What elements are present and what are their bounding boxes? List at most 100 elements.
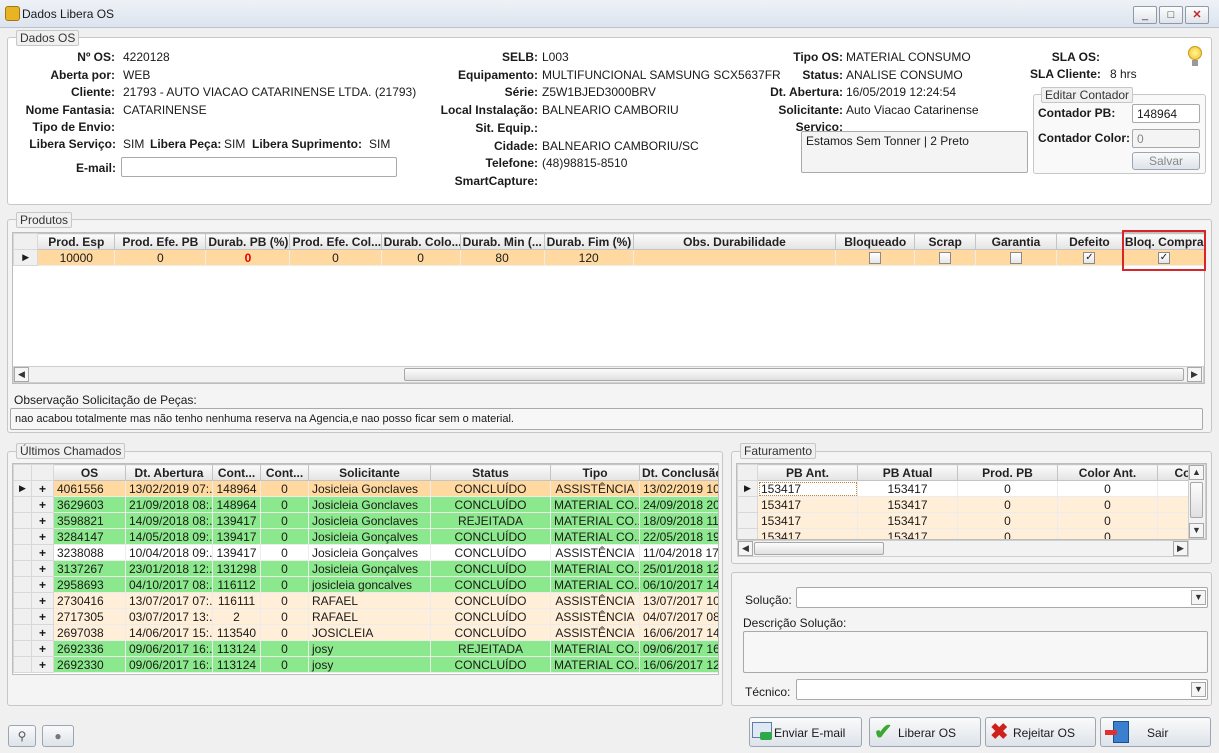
faturamento-row[interactable]: 153417 153417 0 0 xyxy=(737,496,1206,513)
cell-prod-pb[interactable]: 0 xyxy=(957,480,1058,497)
cell-solicitante[interactable]: RAFAEL xyxy=(308,592,431,609)
fat-scroll-right-icon[interactable]: ▶ xyxy=(1173,541,1188,556)
ultimos-row[interactable]: +2692336 09/06/2017 16:... 113124 0 josy REJE… xyxy=(13,640,718,657)
cell-dt-abertura[interactable]: 14/05/2018 09:... xyxy=(125,528,213,545)
cell-dt-conclusao[interactable]: 16/06/2017 14:... xyxy=(639,624,718,641)
cell-prod-pb[interactable]: 0 xyxy=(957,528,1058,539)
expand-plus-icon[interactable]: + xyxy=(31,624,54,641)
scroll-down-icon[interactable]: ▼ xyxy=(1189,523,1204,538)
cell-dt-abertura[interactable]: 09/06/2017 16:... xyxy=(125,656,213,673)
cell-tipo[interactable]: MATERIAL CO... xyxy=(550,496,640,513)
cell-color-ant[interactable]: 0 xyxy=(1057,512,1158,529)
cell-cont-1[interactable]: 113124 xyxy=(212,656,261,673)
email-field[interactable] xyxy=(121,157,397,177)
cell-status[interactable]: CONCLUÍDO xyxy=(430,560,551,577)
cell-prod-esp[interactable]: 10000 xyxy=(37,249,116,266)
fat-scroll-left-icon[interactable]: ◀ xyxy=(738,541,753,556)
col-bloqueado[interactable]: Bloqueado xyxy=(835,233,916,250)
cell-pb-ant[interactable]: 153417 xyxy=(757,528,858,539)
expand-plus-icon[interactable]: + xyxy=(31,496,54,513)
col-status[interactable]: Status xyxy=(430,464,551,481)
cell-os[interactable]: 3284147 xyxy=(53,528,126,545)
defeito-checkbox[interactable]: ✓ xyxy=(1083,252,1096,265)
cell-os[interactable]: 2692336 xyxy=(53,640,126,657)
cell-solicitante[interactable]: josy xyxy=(308,656,431,673)
ultimos-row[interactable]: +2717305 03/07/2017 13:... 2 0 RAFAEL CONCLUÍ… xyxy=(13,608,718,625)
cell-color-ant[interactable]: 0 xyxy=(1057,528,1158,539)
cell-cont-1[interactable]: 148964 xyxy=(212,480,261,497)
cell-dt-abertura[interactable]: 03/07/2017 13:... xyxy=(125,608,213,625)
cell-color-ant[interactable]: 0 xyxy=(1057,496,1158,513)
expand-plus-icon[interactable]: + xyxy=(31,528,54,545)
ultimos-row[interactable]: +2697038 14/06/2017 15:... 113540 0 JOSICLEI… xyxy=(13,624,718,641)
attachment-button[interactable]: ⚲ xyxy=(8,725,36,747)
cell-dt-abertura[interactable]: 13/02/2019 07:... xyxy=(125,480,213,497)
cell-solicitante[interactable]: Josicleia Gonçalves xyxy=(308,528,431,545)
col-durab-min[interactable]: Durab. Min (... xyxy=(459,233,545,250)
cell-status[interactable]: CONCLUÍDO xyxy=(430,608,551,625)
ultimos-row[interactable]: +2958693 04/10/2017 08:... 116112 0 josiclei… xyxy=(13,576,718,593)
expand-plus-icon[interactable]: + xyxy=(31,576,54,593)
cell-color-ant[interactable]: 0 xyxy=(1057,480,1158,497)
cell-solicitante[interactable]: RAFAEL xyxy=(308,608,431,625)
expand-plus-icon[interactable]: + xyxy=(31,544,54,561)
cell-cont-2[interactable]: 0 xyxy=(260,528,309,545)
cell-status[interactable]: REJEITADA xyxy=(430,640,551,657)
cell-tipo[interactable]: MATERIAL CO... xyxy=(550,512,640,529)
cell-solicitante[interactable]: josicleia goncalves xyxy=(308,576,431,593)
cell-cont-2[interactable]: 0 xyxy=(260,544,309,561)
cell-cont-1[interactable]: 113540 xyxy=(212,624,261,641)
cell-tipo[interactable]: ASSISTÊNCIA xyxy=(550,624,640,641)
cell-solicitante[interactable]: Josicleia Gonclaves xyxy=(308,480,431,497)
cell-tipo[interactable]: MATERIAL CO... xyxy=(550,560,640,577)
cell-tipo[interactable]: ASSISTÊNCIA xyxy=(550,608,640,625)
cell-pb-atual[interactable]: 153417 xyxy=(857,512,958,529)
contador-pb-field[interactable]: 148964 xyxy=(1132,104,1200,123)
cell-prod-pb[interactable]: 0 xyxy=(957,512,1058,529)
cell-durab-pb[interactable]: 0 xyxy=(205,249,291,266)
contador-color-field[interactable]: 0 xyxy=(1132,129,1200,148)
cell-dt-abertura[interactable]: 09/06/2017 16:... xyxy=(125,640,213,657)
cell-os[interactable]: 3629603 xyxy=(53,496,126,513)
enviar-email-button[interactable]: Enviar E-mail xyxy=(749,717,862,747)
cell-status[interactable]: CONCLUÍDO xyxy=(430,576,551,593)
cell-os[interactable]: 3137267 xyxy=(53,560,126,577)
cell-pb-atual[interactable]: 153417 xyxy=(857,528,958,539)
ultimos-row[interactable]: +3629603 21/09/2018 08:... 148964 0 Josiclei… xyxy=(13,496,718,513)
col-dt-abertura[interactable]: Dt. Abertura xyxy=(125,464,213,481)
cell-os[interactable]: 2692330 xyxy=(53,656,126,673)
cell-cont-1[interactable]: 2 xyxy=(212,608,261,625)
cell-solicitante[interactable]: Josicleia Gonçalves xyxy=(308,560,431,577)
cell-dt-conclusao[interactable]: 06/10/2017 14:... xyxy=(639,576,718,593)
cell-tipo[interactable]: MATERIAL CO... xyxy=(550,576,640,593)
ultimos-row[interactable]: +3284147 14/05/2018 09:... 139417 0 Josiclei… xyxy=(13,528,718,545)
cell-prod-efe-pb[interactable]: 0 xyxy=(114,249,207,266)
sair-button[interactable]: Sair xyxy=(1100,717,1211,747)
cell-status[interactable]: CONCLUÍDO xyxy=(430,624,551,641)
tecnico-dropdown-icon[interactable]: ▼ xyxy=(1191,682,1206,697)
expand-plus-icon[interactable]: + xyxy=(31,480,54,497)
cell-solicitante[interactable]: Josicleia Gonclaves xyxy=(308,512,431,529)
cell-obs-durabilidade[interactable] xyxy=(632,249,837,266)
bloqueado-checkbox[interactable] xyxy=(869,252,882,265)
produtos-scroll-thumb[interactable] xyxy=(404,368,1184,381)
cell-cont-2[interactable]: 0 xyxy=(260,576,309,593)
cell-dt-abertura[interactable]: 21/09/2018 08:... xyxy=(125,496,213,513)
cell-tipo[interactable]: ASSISTÊNCIA xyxy=(550,544,640,561)
col-garantia[interactable]: Garantia xyxy=(974,233,1058,250)
expand-plus-icon[interactable]: + xyxy=(31,656,54,673)
maximize-button[interactable]: □ xyxy=(1159,6,1183,24)
cell-status[interactable]: CONCLUÍDO xyxy=(430,544,551,561)
cell-os[interactable]: 3598821 xyxy=(53,512,126,529)
salvar-button[interactable]: Salvar xyxy=(1132,152,1200,170)
cell-os[interactable]: 2730416 xyxy=(53,592,126,609)
observacao-field[interactable]: nao acabou totalmente mas não tenho nenh… xyxy=(10,408,1203,430)
cell-tipo[interactable]: MATERIAL CO... xyxy=(550,640,640,657)
ultimos-row[interactable]: +2730416 13/07/2017 07:... 116111 0 RAFAEL CO… xyxy=(13,592,718,609)
cell-dt-abertura[interactable]: 14/06/2017 15:... xyxy=(125,624,213,641)
produtos-row[interactable]: ▶ 10000 0 0 0 0 80 120 ✓ ✓ xyxy=(13,249,1204,266)
cell-cont-1[interactable]: 139417 xyxy=(212,544,261,561)
col-tipo[interactable]: Tipo xyxy=(550,464,640,481)
tecnico-select[interactable] xyxy=(796,679,1208,700)
col-cont-2[interactable]: Cont... xyxy=(260,464,309,481)
